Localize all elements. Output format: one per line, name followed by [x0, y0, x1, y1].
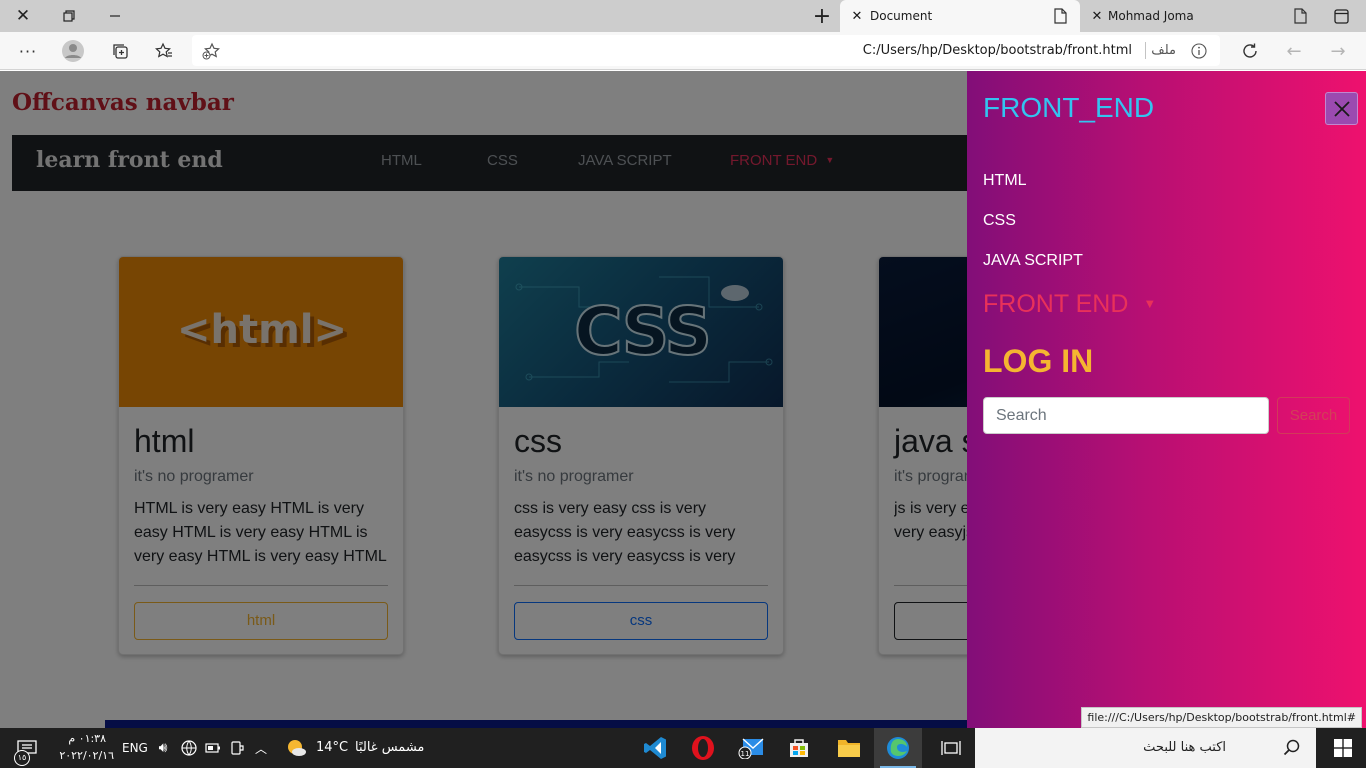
weather-sunny-icon[interactable] — [284, 736, 308, 760]
profile-avatar-icon[interactable] — [60, 38, 86, 64]
offcanvas-dropdown-front-end[interactable]: FRONT END ▼ — [983, 290, 1156, 319]
offcanvas-title: FRONT_END — [983, 92, 1155, 123]
battery-icon[interactable] — [202, 738, 224, 758]
opera-app-icon[interactable] — [680, 728, 726, 768]
tab-title: Document — [870, 9, 933, 23]
new-tab-icon[interactable]: + — [810, 4, 834, 29]
weather-condition[interactable]: مشمس غالبًا — [355, 740, 424, 755]
svg-text:11: 11 — [741, 750, 750, 758]
network-icon[interactable] — [178, 738, 200, 758]
windows-taskbar: ١٥ ٠١:٣٨ م ٢٠٢٢/٠٢/١٦ ENG 🔊︎ ︿ 14°C مشمس… — [0, 728, 1366, 768]
login-heading: LOG IN — [983, 343, 1094, 379]
close-icon — [1333, 100, 1350, 117]
close-tab-icon[interactable]: ✕ — [850, 9, 864, 24]
task-view-icon[interactable] — [928, 728, 974, 768]
back-icon[interactable]: ← — [1282, 40, 1306, 62]
close-window-icon[interactable]: ✕ — [12, 5, 34, 27]
add-favorite-icon[interactable] — [200, 41, 222, 61]
tab-document[interactable]: ✕ Document — [840, 0, 1080, 32]
offcanvas-link-html[interactable]: HTML — [983, 172, 1027, 190]
tab-mohmad-joma[interactable]: ✕ Mohmad Joma — [1082, 0, 1322, 32]
clock-date[interactable]: ٢٠٢٢/٠٢/١٦ — [58, 749, 114, 762]
taskbar-search-box[interactable]: اكتب هنا للبحث — [975, 728, 1316, 768]
minimize-window-icon[interactable] — [104, 5, 126, 27]
browser-tab-bar: ✕ + ✕ Document ✕ Mohmad Joma — [0, 0, 1366, 32]
language-indicator[interactable]: ENG — [122, 741, 148, 755]
favorites-icon[interactable] — [152, 40, 176, 62]
close-tab-icon[interactable]: ✕ — [1090, 9, 1104, 24]
tab-title: Mohmad Joma — [1108, 9, 1194, 23]
page-icon — [1292, 7, 1308, 25]
dropdown-label: FRONT END — [983, 290, 1129, 318]
status-url-tooltip: file:///C:/Users/hp/Desktop/bootstrab/fr… — [1081, 707, 1362, 728]
more-options-icon[interactable]: ··· — [16, 41, 40, 61]
weather-temperature[interactable]: 14°C — [316, 740, 348, 755]
store-app-icon[interactable] — [776, 728, 822, 768]
offcanvas-close-button[interactable] — [1325, 92, 1358, 125]
tab-actions-icon[interactable] — [1330, 6, 1352, 26]
forward-icon[interactable]: → — [1326, 40, 1350, 62]
web-page: Offcanvas navbar learn front end HTML CS… — [0, 71, 1366, 728]
vscode-app-icon[interactable] — [632, 728, 678, 768]
search-button[interactable]: Search — [1277, 397, 1350, 434]
url-text[interactable]: C:/Users/hp/Desktop/bootstrab/front.html — [863, 43, 1132, 58]
mail-app-icon[interactable]: 11 — [728, 728, 774, 768]
caret-down-icon: ▼ — [1143, 296, 1157, 311]
notification-center-icon[interactable]: ١٥ — [12, 736, 42, 766]
chevron-up-icon[interactable]: ︿ — [250, 738, 272, 758]
url-scheme-label: ملف — [1151, 43, 1176, 58]
collections-icon[interactable] — [108, 40, 132, 62]
offcanvas-link-css[interactable]: CSS — [983, 212, 1016, 230]
page-icon — [1052, 7, 1068, 25]
offcanvas-link-javascript[interactable]: JAVA SCRIPT — [983, 252, 1083, 270]
notification-count: ١٥ — [14, 750, 30, 766]
address-bar[interactable]: C:/Users/hp/Desktop/bootstrab/front.html… — [192, 35, 1220, 66]
browser-toolbar: ··· C:/Users/hp/Desktop/bootstrab/front.… — [0, 32, 1366, 70]
search-input[interactable] — [983, 397, 1269, 434]
offcanvas-panel: FRONT_END HTML CSS JAVA SCRIPT FRONT END… — [967, 71, 1366, 728]
device-icon[interactable] — [226, 738, 248, 758]
file-explorer-icon[interactable] — [826, 728, 872, 768]
search-icon — [1282, 738, 1302, 758]
refresh-icon[interactable] — [1238, 40, 1262, 62]
info-icon[interactable] — [1190, 42, 1208, 60]
clock-time[interactable]: ٠١:٣٨ م — [58, 732, 106, 745]
url-divider — [1145, 42, 1146, 59]
taskbar-search-placeholder: اكتب هنا للبحث — [1143, 740, 1226, 755]
restore-window-icon[interactable] — [58, 5, 80, 27]
edge-app-icon[interactable] — [874, 728, 922, 768]
volume-icon[interactable]: 🔊︎ — [152, 738, 174, 758]
windows-start-icon[interactable] — [1320, 728, 1366, 768]
